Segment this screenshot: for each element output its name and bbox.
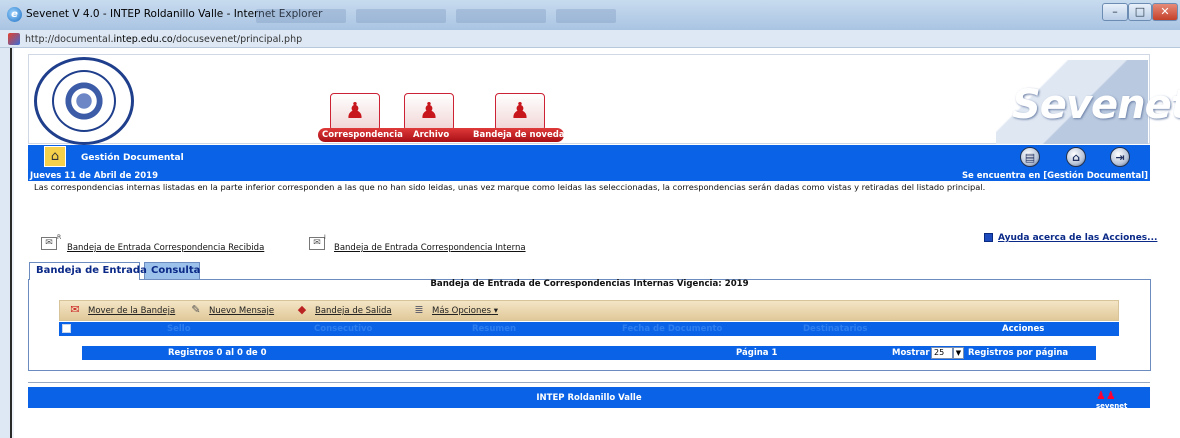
section-bar <box>28 145 1150 170</box>
sevenet-people-icon: ♟♟ <box>1096 389 1116 402</box>
person-archive-icon: ♟ <box>419 99 439 124</box>
home-icon[interactable]: ⌂ <box>44 146 66 167</box>
module-label-archivo[interactable]: Archivo <box>413 130 449 140</box>
per-page-label: Registros por página <box>968 348 1069 358</box>
module-label-novedades[interactable]: Bandeja de novedades <box>473 130 581 140</box>
move-inbox-icon[interactable]: ✉ <box>68 303 82 317</box>
outbox-icon[interactable]: ◆ <box>295 303 309 317</box>
select-all-checkbox[interactable] <box>62 324 71 333</box>
correspondencia-module-button[interactable]: ♟ <box>330 93 380 131</box>
minimize-button[interactable]: – <box>1102 3 1128 21</box>
novedades-module-button[interactable]: ♟ <box>495 93 545 131</box>
address-url[interactable]: http://documental.intep.edu.co/docuseven… <box>25 34 302 45</box>
column-acciones: Acciones <box>1002 324 1045 334</box>
page-indicator: Página 1 <box>736 348 778 358</box>
sevenet-logo: Sevenet <box>1012 82 1180 128</box>
mail-received-icon[interactable]: ✉ <box>41 237 57 250</box>
column-sello[interactable]: Sello <box>167 324 191 334</box>
inbox-received-link[interactable]: Bandeja de Entrada Correspondencia Recib… <box>67 243 264 253</box>
maximize-button[interactable]: □ <box>1128 3 1152 21</box>
document-icon[interactable]: ▤ <box>1020 147 1040 167</box>
person-inbox-icon: ♟ <box>510 99 530 124</box>
person-letter-icon: ♟ <box>345 99 365 124</box>
more-options-button[interactable]: Más Opciones ▾ <box>432 306 498 316</box>
seal-emblem-icon <box>52 70 116 132</box>
footer-org-name: INTEP Roldanillo Valle <box>536 393 642 403</box>
inbox-internal-link[interactable]: Bandeja de Entrada Correspondencia Inter… <box>334 243 526 253</box>
close-button[interactable]: ✕ <box>1152 3 1178 21</box>
tab-consulta[interactable]: Consulta <box>144 262 200 279</box>
info-message: Las correspondencias internas listadas e… <box>34 182 986 192</box>
more-options-icon[interactable]: ≣ <box>412 303 426 317</box>
divider <box>28 382 1150 383</box>
archivo-module-button[interactable]: ♟ <box>404 93 454 131</box>
taskbar-ghost-tab <box>356 9 446 23</box>
internal-superscript: I <box>324 234 326 241</box>
table-header <box>59 322 1119 336</box>
show-label: Mostrar <box>892 348 930 358</box>
help-actions-link[interactable]: Ayuda acerca de las Acciones... <box>998 233 1157 243</box>
column-resumen[interactable]: Resumen <box>472 324 516 334</box>
move-from-inbox-button[interactable]: Mover de la Bandeja <box>88 306 175 316</box>
exit-icon[interactable]: ⇥ <box>1110 147 1130 167</box>
taskbar-ghost-tab <box>256 9 346 23</box>
section-title: Gestión Documental <box>81 153 184 163</box>
outbox-button[interactable]: Bandeja de Salida <box>315 306 392 316</box>
sevenet-footer-logo: ♟♟ sevenet <box>1096 389 1128 410</box>
current-date: Jueves 11 de Abril de 2019 <box>30 171 159 181</box>
browser-icon: e <box>7 7 22 22</box>
home-round-icon[interactable]: ⌂ <box>1066 147 1086 167</box>
location-breadcrumb: Se encuentra en [Gestión Documental] <box>961 171 1148 181</box>
site-favicon-icon <box>8 33 20 45</box>
chevron-down-icon[interactable]: ▼ <box>953 347 964 359</box>
received-superscript: R <box>57 234 62 241</box>
panel-title: Bandeja de Entrada de Correspondencias I… <box>430 279 749 289</box>
help-icon[interactable] <box>984 233 993 242</box>
column-destinatarios[interactable]: Destinatarios <box>803 324 867 334</box>
app-header <box>28 54 1150 144</box>
taskbar-ghost-tab <box>456 9 546 23</box>
column-consecutivo[interactable]: Consecutivo <box>314 324 372 334</box>
tab-bandeja-entrada[interactable]: Bandeja de Entrada <box>29 262 147 280</box>
column-fecha-documento[interactable]: Fecha de Documento <box>622 324 722 334</box>
mail-internal-icon[interactable]: ✉ <box>309 237 325 250</box>
taskbar-ghost-tab <box>556 9 616 23</box>
records-count: Registros 0 al 0 de 0 <box>168 348 267 358</box>
new-message-button[interactable]: Nuevo Mensaje <box>209 306 274 316</box>
new-message-icon[interactable]: ✎ <box>189 303 203 317</box>
window-left-edge <box>0 48 12 438</box>
page-size-select[interactable]: 25 <box>931 347 953 359</box>
module-label-correspondencia[interactable]: Correspondencia <box>322 130 403 140</box>
